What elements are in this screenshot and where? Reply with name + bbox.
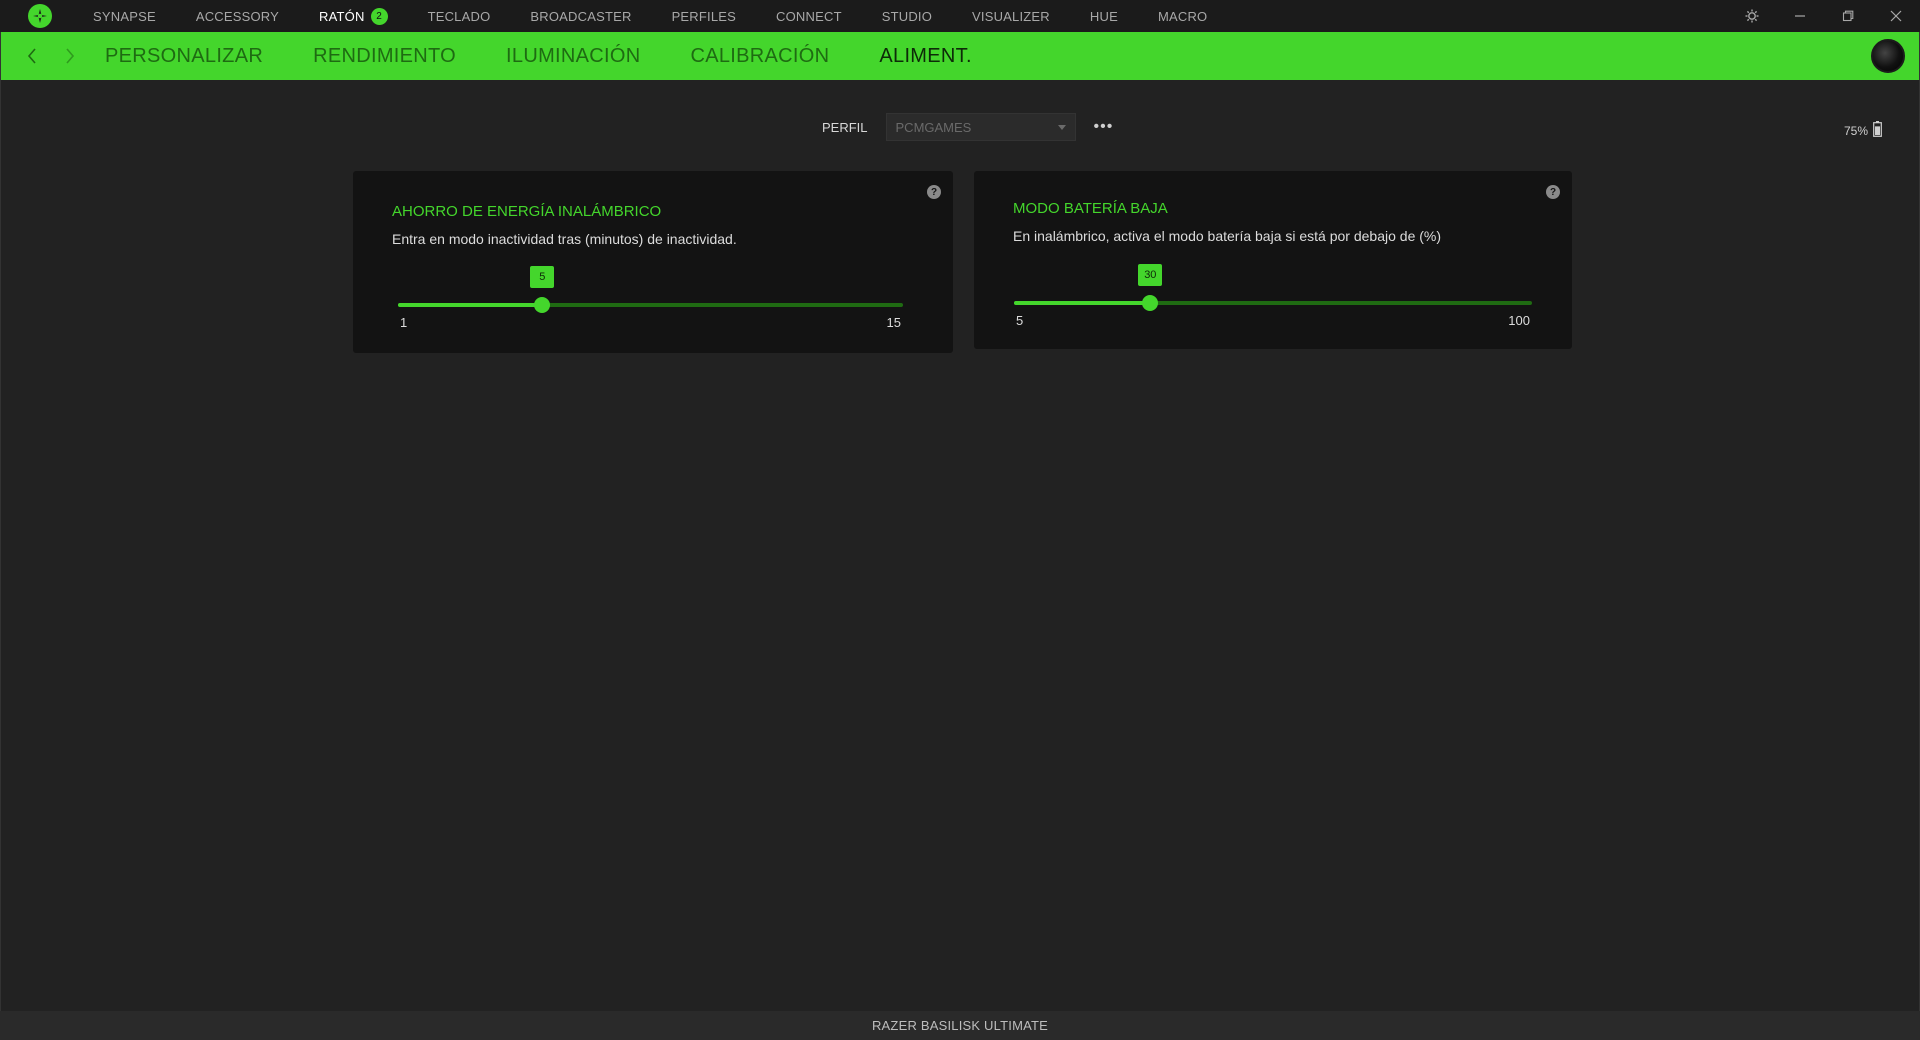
power-saving-description: Entra en modo inactividad tras (minutos)… bbox=[392, 231, 737, 247]
profile-selected-value: PCMGAMES bbox=[895, 119, 972, 135]
battery-percent: 75% bbox=[1843, 123, 1868, 138]
topnav-label: HUE bbox=[1089, 8, 1118, 24]
topnav-label: ACCESSORY bbox=[195, 8, 280, 24]
topnav-macro[interactable]: MACRO bbox=[1158, 0, 1207, 32]
device-count-badge: 2 bbox=[370, 7, 388, 25]
history-arrows bbox=[13, 32, 105, 80]
topnav-label: STUDIO bbox=[881, 8, 933, 24]
profile-label: PERFIL bbox=[822, 119, 868, 135]
help-icon[interactable]: ? bbox=[1546, 185, 1560, 199]
gear-icon[interactable] bbox=[1728, 0, 1776, 32]
topnav-label: TECLADO bbox=[427, 8, 491, 24]
device-name: RAZER BASILISK ULTIMATE bbox=[871, 1018, 1049, 1033]
chevron-left-icon[interactable] bbox=[13, 32, 51, 80]
restore-icon[interactable] bbox=[1824, 0, 1872, 32]
title-bar: SYNAPSE ACCESSORY RATÓN 2 TECLADO BROADCA… bbox=[0, 0, 1920, 32]
help-icon[interactable]: ? bbox=[927, 185, 941, 199]
tab-aliment[interactable]: ALIMENT. bbox=[879, 45, 971, 68]
caret-down-icon bbox=[1057, 124, 1066, 130]
topnav-synapse[interactable]: SYNAPSE bbox=[93, 0, 156, 32]
device-footer: RAZER BASILISK ULTIMATE bbox=[0, 1011, 1920, 1040]
slider-max-label: 100 bbox=[1508, 313, 1530, 328]
topnav-label: RATÓN bbox=[319, 8, 365, 24]
battery-status: 75% bbox=[1844, 121, 1882, 140]
topnav-broadcaster[interactable]: BROADCASTER bbox=[530, 0, 631, 32]
topnav-label: PERFILES bbox=[671, 8, 737, 24]
slider-thumb[interactable] bbox=[1142, 295, 1159, 311]
razer-logo-icon[interactable] bbox=[27, 3, 53, 29]
slider-fill bbox=[398, 303, 543, 307]
topnav-visualizer[interactable]: VISUALIZER bbox=[972, 0, 1050, 32]
avatar[interactable] bbox=[1871, 39, 1905, 73]
chevron-right-icon[interactable] bbox=[51, 32, 89, 80]
slider-fill bbox=[1014, 301, 1151, 305]
topnav-perfiles[interactable]: PERFILES bbox=[672, 0, 736, 32]
more-options-button[interactable]: ••• bbox=[1094, 118, 1114, 136]
topnav-label: BROADCASTER bbox=[530, 8, 632, 24]
topnav-label: CONNECT bbox=[776, 8, 842, 24]
topnav-hue[interactable]: HUE bbox=[1090, 0, 1118, 32]
tab-iluminacion[interactable]: ILUMINACIÓN bbox=[506, 45, 640, 68]
low-battery-slider[interactable]: 30 5 100 bbox=[1014, 264, 1532, 328]
low-battery-description: En inalámbrico, activa el modo batería b… bbox=[1013, 228, 1442, 244]
power-saving-card: ? AHORRO DE ENERGÍA INALÁMBRICO Entra en… bbox=[353, 171, 953, 353]
topnav-accessory[interactable]: ACCESSORY bbox=[196, 0, 279, 32]
tab-rendimiento[interactable]: RENDIMIENTO bbox=[313, 45, 456, 68]
topnav-connect[interactable]: CONNECT bbox=[776, 0, 842, 32]
profile-row: PERFIL PCMGAMES ••• bbox=[822, 113, 1113, 141]
slider-thumb[interactable] bbox=[534, 297, 551, 313]
topnav-raton[interactable]: RATÓN 2 bbox=[319, 0, 388, 32]
topnav-teclado[interactable]: TECLADO bbox=[428, 0, 491, 32]
power-saving-slider[interactable]: 5 1 15 bbox=[398, 266, 903, 330]
topnav-label: VISUALIZER bbox=[972, 8, 1050, 24]
window-border-left bbox=[0, 32, 1, 1012]
tab-personalizar[interactable]: PERSONALIZAR bbox=[105, 45, 263, 68]
window-controls bbox=[1728, 0, 1920, 32]
power-saving-title: AHORRO DE ENERGÍA INALÁMBRICO bbox=[392, 203, 662, 220]
close-icon[interactable] bbox=[1872, 0, 1920, 32]
minimize-icon[interactable] bbox=[1776, 0, 1824, 32]
top-nav: SYNAPSE ACCESSORY RATÓN 2 TECLADO BROADCA… bbox=[93, 0, 1247, 32]
slider-value-bubble: 5 bbox=[530, 266, 555, 288]
battery-icon bbox=[1873, 121, 1882, 140]
slider-max-label: 15 bbox=[886, 315, 901, 330]
slider-min-label: 1 bbox=[400, 315, 408, 330]
low-battery-card: ? MODO BATERÍA BAJA En inalámbrico, acti… bbox=[974, 171, 1572, 349]
topnav-label: SYNAPSE bbox=[93, 8, 156, 24]
slider-value-bubble: 30 bbox=[1138, 264, 1163, 286]
slider-min-label: 5 bbox=[1016, 313, 1024, 328]
topnav-label: MACRO bbox=[1157, 8, 1208, 24]
topnav-studio[interactable]: STUDIO bbox=[882, 0, 932, 32]
sub-nav: PERSONALIZAR RENDIMIENTO ILUMINACIÓN CAL… bbox=[1, 32, 1919, 80]
tab-calibracion[interactable]: CALIBRACIÓN bbox=[690, 45, 829, 68]
low-battery-title: MODO BATERÍA BAJA bbox=[1013, 200, 1168, 217]
profile-dropdown[interactable]: PCMGAMES bbox=[885, 113, 1076, 141]
